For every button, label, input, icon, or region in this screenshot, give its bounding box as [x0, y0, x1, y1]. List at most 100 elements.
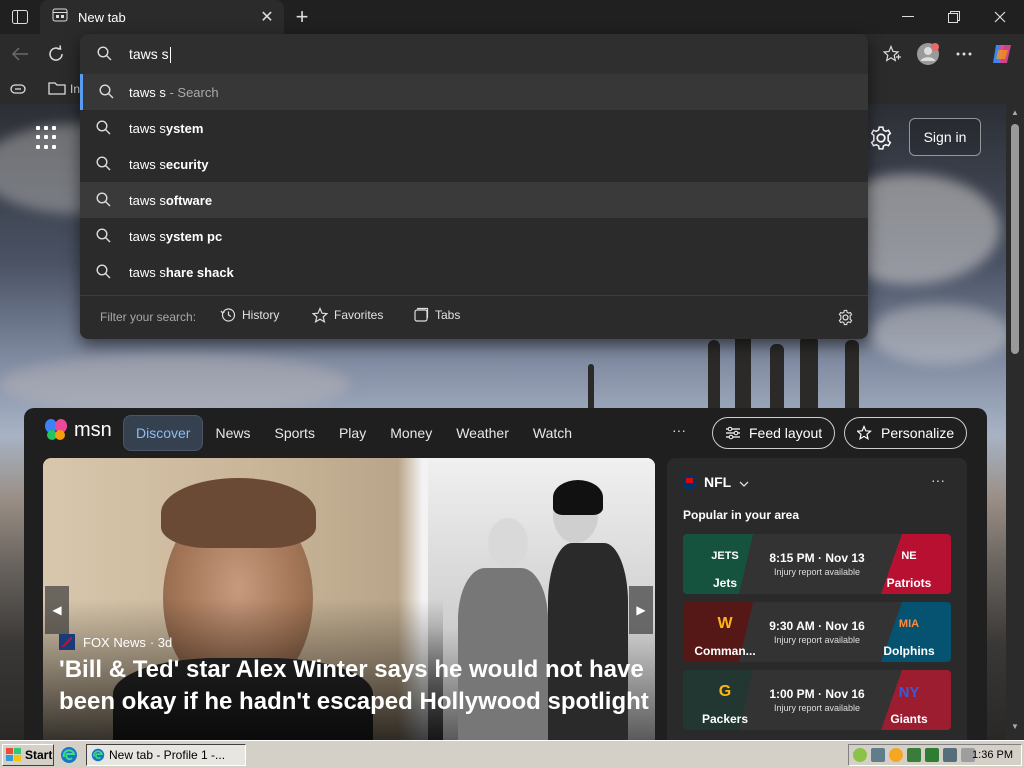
scroll-up-icon[interactable]: ▲ — [1010, 108, 1020, 118]
profile-avatar[interactable] — [914, 40, 942, 68]
chevron-down-icon — [739, 474, 749, 490]
tab-new-tab[interactable]: New tab ✕ — [40, 0, 284, 34]
filter-label: Filter your search: — [100, 310, 197, 324]
hero-headline[interactable]: 'Bill & Ted' star Alex Winter says he wo… — [59, 654, 649, 718]
suggestion-prefix: taws s — [129, 121, 166, 136]
hero-photo-face — [488, 518, 528, 568]
game-row[interactable]: W MIA 9:30 AM · Nov 16 Injury report ava… — [683, 602, 951, 662]
scroll-thumb[interactable] — [1011, 124, 1019, 354]
feed-layout-button[interactable]: Feed layout — [712, 417, 836, 449]
filter-history-button[interactable]: History — [220, 307, 279, 323]
system-tray: 1:36 PM — [848, 744, 1022, 766]
nfl-subtitle: Popular in your area — [683, 508, 800, 522]
tray-app-icon[interactable] — [925, 748, 939, 762]
cactus — [735, 330, 751, 410]
apps-launcher-icon[interactable] — [36, 126, 60, 150]
filter-tabs-button[interactable]: Tabs — [413, 307, 460, 323]
address-bar-input[interactable]: taws s — [80, 34, 868, 74]
feed-layout-label: Feed layout — [749, 425, 823, 441]
nav-sports[interactable]: Sports — [262, 415, 326, 451]
close-window-button[interactable] — [980, 2, 1020, 32]
scroll-down-icon[interactable]: ▼ — [1010, 722, 1020, 732]
copilot-icon[interactable] — [988, 40, 1016, 68]
hero-news-card[interactable]: ◀ ▶ FOX News · 3d 'Bill & Ted' star Alex… — [43, 458, 655, 740]
close-tab-icon[interactable]: ✕ — [258, 8, 276, 26]
nav-weather[interactable]: Weather — [444, 415, 521, 451]
filter-favorites-button[interactable]: Favorites — [312, 307, 383, 323]
minimize-button[interactable] — [888, 2, 928, 32]
suggestion-item[interactable]: taws s - Search — [80, 74, 868, 110]
suggestion-text: taws system pc — [129, 229, 222, 244]
suggestion-item-hovered[interactable]: taws software — [80, 182, 868, 218]
personalize-button[interactable]: Personalize — [844, 417, 968, 449]
jets-logo-icon: JETS — [711, 550, 739, 562]
sliders-icon — [726, 426, 740, 440]
favorites-star-icon[interactable] — [878, 40, 906, 68]
nav-more-button[interactable]: ··· — [672, 422, 686, 438]
game-row[interactable]: JETS NE 8:15 PM · Nov 13 Injury report a… — [683, 534, 951, 594]
suggestion-text: taws share shack — [129, 265, 234, 280]
nav-money[interactable]: Money — [378, 415, 444, 451]
cactus — [800, 336, 818, 410]
dolphins-logo-icon: MIA — [898, 618, 920, 630]
msn-logo[interactable]: msn — [44, 418, 112, 442]
edge-quicklaunch-icon[interactable] — [60, 746, 78, 768]
commanders-logo-icon: W — [717, 615, 733, 632]
typed-query: taws s — [129, 46, 169, 62]
address-bar-dropdown: taws s taws s - Search taws system taws … — [80, 34, 868, 339]
taskbar-window-button[interactable]: New tab - Profile 1 -... — [86, 744, 246, 766]
sign-in-button[interactable]: Sign in — [909, 118, 981, 156]
tray-shield-icon[interactable] — [871, 748, 885, 762]
restore-button[interactable] — [934, 2, 974, 32]
injury-note: Injury report available — [773, 703, 861, 713]
tray-clock[interactable]: 1:36 PM — [972, 749, 1013, 761]
game-time: 9:30 AM · Nov 16 — [769, 619, 865, 633]
cactus — [708, 340, 720, 410]
game-row[interactable]: G NY 1:00 PM · Nov 16 Injury report avai… — [683, 670, 951, 730]
cactus — [845, 340, 859, 410]
nfl-header[interactable]: NFL — [683, 474, 749, 490]
suggestion-prefix: taws s — [129, 229, 166, 244]
suggestion-item[interactable]: taws share shack — [80, 254, 868, 290]
address-bar-text[interactable]: taws s — [129, 46, 171, 64]
start-button[interactable]: Start — [2, 744, 54, 766]
hero-next-arrow-icon[interactable]: ▶ — [629, 586, 653, 634]
sidebar-toggle-icon[interactable] — [8, 6, 32, 28]
suggestion-item[interactable]: taws system — [80, 110, 868, 146]
new-tab-button[interactable]: + — [290, 4, 314, 29]
nav-play[interactable]: Play — [327, 415, 378, 451]
nav-news[interactable]: News — [203, 415, 262, 451]
suggestion-item[interactable]: taws system pc — [80, 218, 868, 254]
search-icon — [99, 84, 114, 102]
more-options-icon[interactable] — [950, 40, 978, 68]
nav-discover[interactable]: Discover — [123, 415, 204, 451]
search-settings-gear-icon[interactable] — [837, 309, 854, 331]
collections-icon[interactable] — [10, 82, 26, 101]
tray-search-icon[interactable] — [889, 748, 903, 762]
taskbar: Start New tab - Profile 1 -... 1:36 PM — [0, 740, 1024, 768]
injury-note: Injury report available — [773, 567, 861, 577]
away-team-name: Giants — [890, 712, 928, 726]
msn-feed: msn Discover News Sports Play Money Weat… — [24, 408, 987, 740]
refresh-icon[interactable] — [42, 40, 70, 68]
page-scrollbar[interactable]: ▲ ▼ — [1006, 104, 1024, 740]
hero-source: FOX News · 3d — [59, 634, 172, 650]
back-arrow-icon[interactable] — [6, 40, 34, 68]
page-settings-gear-icon[interactable] — [868, 125, 894, 151]
suggestion-completion: ystem — [165, 121, 204, 136]
suggestion-text: taws system — [129, 121, 203, 136]
favorite-item-icon[interactable] — [48, 80, 66, 101]
nfl-more-button[interactable]: ··· — [931, 472, 945, 488]
suggestion-item[interactable]: taws security — [80, 146, 868, 182]
game-time: 1:00 PM · Nov 16 — [769, 687, 865, 701]
tray-display-icon[interactable] — [943, 748, 957, 762]
tray-network-icon[interactable] — [853, 748, 867, 762]
hero-prev-arrow-icon[interactable]: ◀ — [45, 586, 69, 634]
tray-nvidia-icon[interactable] — [907, 748, 921, 762]
injury-note: Injury report available — [773, 635, 861, 645]
suggestion-hint: - Search — [165, 85, 219, 100]
sparkle-star-icon — [857, 425, 872, 441]
nav-watch[interactable]: Watch — [521, 415, 584, 451]
msn-butterfly-icon — [45, 419, 67, 440]
favorite-item-label[interactable]: In — [70, 82, 80, 96]
